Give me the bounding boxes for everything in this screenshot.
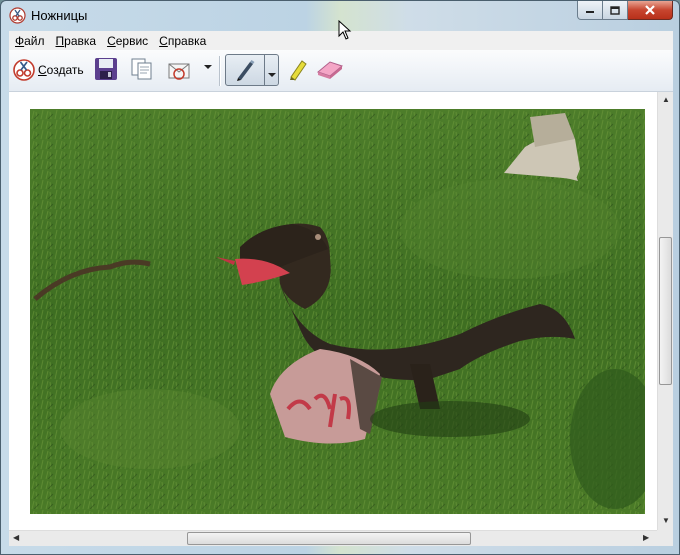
menu-tools-rest: ервис [115,33,149,48]
new-snip-label: Создать [38,63,84,77]
chevron-down-icon [268,73,276,77]
menu-edit[interactable]: Правка [50,34,102,48]
horizontal-scrollbar[interactable]: ◀ ▶ [9,530,657,546]
mouse-cursor-icon [338,20,352,40]
pen-tool-group[interactable] [225,54,279,86]
scroll-up-icon[interactable]: ▲ [662,95,670,104]
pen-dropdown[interactable] [268,67,276,81]
scroll-left-icon[interactable]: ◀ [13,533,19,542]
snip-canvas[interactable] [9,92,657,530]
send-email-icon [168,63,190,80]
maximize-icon [610,5,620,15]
pen-icon [237,60,255,81]
highlighter-button[interactable] [287,57,309,81]
scroll-right-icon[interactable]: ▶ [643,533,649,542]
eraser-button[interactable] [316,58,344,80]
toolbar-separator [219,56,221,86]
close-button[interactable] [628,1,673,20]
scissors-app-icon [9,7,26,24]
scroll-down-icon[interactable]: ▼ [662,516,670,525]
pen-split-divider [264,55,265,85]
menu-tools[interactable]: Сервис [101,34,153,48]
window-controls [577,1,673,21]
send-snip-dropdown[interactable] [204,64,212,70]
window-title: Ножницы [31,8,88,23]
new-snip-accel: С [38,63,47,77]
chevron-down-icon [204,65,212,69]
snip-image [30,109,645,514]
horizontal-scroll-thumb[interactable] [187,532,471,545]
menu-file-rest: айл [24,33,45,48]
menu-file-accel: Ф [15,33,25,48]
minimize-button[interactable] [577,1,603,20]
menu-edit-rest: равка [64,33,97,48]
close-icon [645,5,655,15]
save-icon [95,58,117,80]
menu-help-accel: С [159,33,168,48]
copy-button[interactable] [130,57,154,81]
send-snip-button[interactable] [167,57,193,81]
scrollbar-corner [657,530,673,546]
save-button[interactable] [94,57,118,81]
pen-button[interactable] [233,58,257,85]
new-snip-button[interactable]: Создать [12,58,84,82]
minimize-icon [586,11,594,13]
eraser-icon [316,61,344,79]
snipping-tool-window: Ножницы Файл Правка Сервис Справка Созда… [0,0,680,555]
maximize-button[interactable] [603,1,628,20]
menu-edit-accel: П [55,33,65,48]
copy-icon [131,58,152,80]
menu-help-rest: правка [167,33,207,48]
new-snip-rest: оздать [46,63,84,77]
scissors-icon [13,59,35,81]
vertical-scrollbar[interactable]: ▲ ▼ [657,92,673,530]
menu-help[interactable]: Справка [153,34,211,48]
highlighter-icon [290,60,307,81]
menu-file[interactable]: Файл [9,34,50,48]
vertical-scroll-thumb[interactable] [659,237,672,385]
toolbar: Создать [9,50,673,92]
menu-tools-accel: С [107,33,116,48]
